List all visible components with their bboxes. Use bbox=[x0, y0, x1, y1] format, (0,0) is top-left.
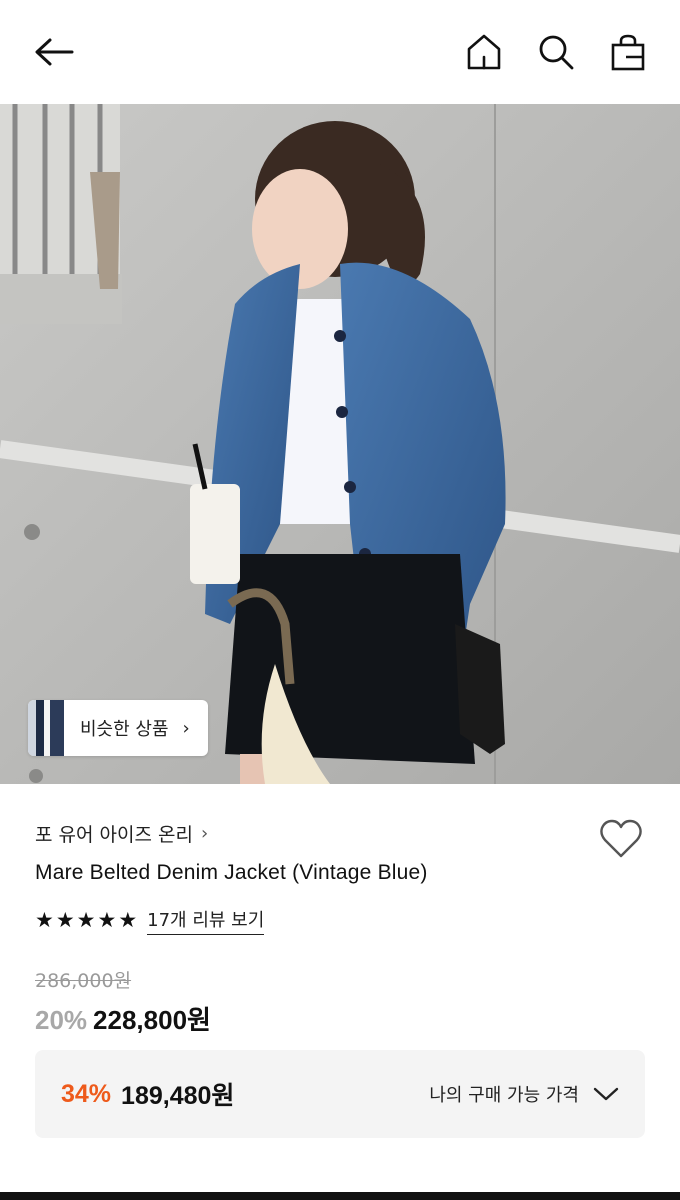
my-price-toggle-label: 나의 구매 가능 가격 bbox=[429, 1085, 579, 1106]
home-icon bbox=[467, 34, 501, 70]
cart-button[interactable] bbox=[606, 30, 650, 74]
similar-products-label-wrap: 비슷한 상품 › bbox=[64, 700, 208, 756]
bottom-bar bbox=[0, 1192, 680, 1200]
my-discount-percent: 34% bbox=[61, 1079, 112, 1108]
search-icon bbox=[539, 35, 574, 70]
similar-product-thumbnail bbox=[28, 700, 64, 756]
star-icon: ★ bbox=[35, 908, 54, 932]
similar-products-label: 비슷한 상품 bbox=[80, 719, 169, 740]
star-rating: ★ ★ ★ ★ ★ bbox=[35, 910, 137, 931]
product-photo-illustration bbox=[0, 104, 680, 784]
star-icon: ★ bbox=[97, 908, 117, 932]
star-icon: ★ bbox=[76, 908, 96, 932]
chevron-right-icon: › bbox=[182, 717, 190, 739]
sale-price: 228,800원 bbox=[93, 1005, 211, 1035]
my-price-box[interactable]: 34% 189,480원 나의 구매 가능 가격 bbox=[35, 1050, 645, 1138]
brand-name: 포 유어 아이즈 온리 bbox=[35, 824, 193, 846]
discount-percent: 20% bbox=[35, 1005, 88, 1035]
home-button[interactable] bbox=[462, 30, 506, 74]
star-icon: ★ bbox=[118, 908, 138, 932]
search-button[interactable] bbox=[534, 30, 578, 74]
my-price-toggle[interactable]: 나의 구매 가능 가격 bbox=[429, 1081, 619, 1107]
sale-price-row: 20% 228,800원 bbox=[35, 1000, 211, 1037]
brand-link[interactable]: 포 유어 아이즈 온리 › bbox=[35, 820, 208, 847]
wishlist-button[interactable] bbox=[598, 818, 644, 860]
similar-products-button[interactable]: 비슷한 상품 › bbox=[28, 700, 208, 756]
rating-row: ★ ★ ★ ★ ★ 17개 리뷰 보기 bbox=[35, 906, 265, 935]
product-image[interactable] bbox=[0, 104, 680, 784]
heart-icon bbox=[600, 819, 642, 858]
my-price: 189,480원 bbox=[121, 1082, 235, 1110]
product-title: Mare Belted Denim Jacket (Vintage Blue) bbox=[35, 861, 428, 884]
reviews-link[interactable]: 17개 리뷰 보기 bbox=[147, 906, 265, 935]
top-bar bbox=[0, 0, 680, 104]
shopping-bag-icon bbox=[611, 34, 645, 71]
star-icon: ★ bbox=[55, 908, 75, 932]
original-price: 286,000원 bbox=[35, 970, 132, 992]
back-arrow-icon bbox=[35, 38, 74, 66]
chevron-down-icon bbox=[593, 1087, 619, 1101]
back-button[interactable] bbox=[28, 30, 80, 74]
chevron-right-icon: › bbox=[200, 823, 209, 844]
